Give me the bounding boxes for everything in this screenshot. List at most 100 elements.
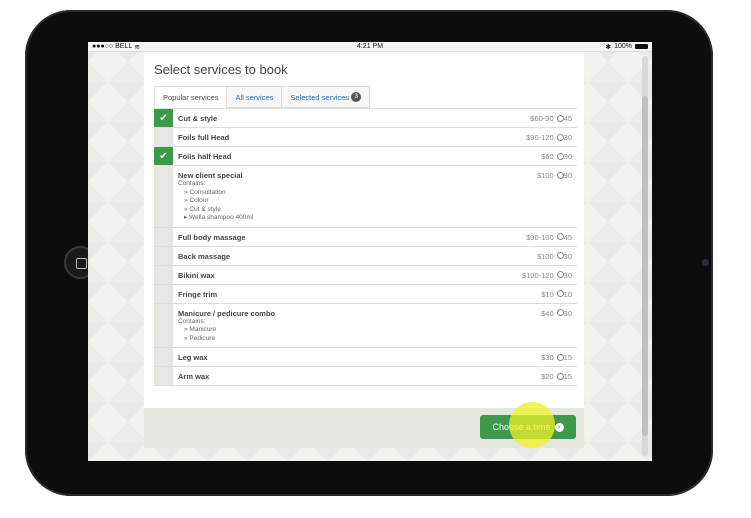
service-contains-label: Contains:: [178, 317, 206, 325]
service-row[interactable]: Arm wax $20 15: [154, 367, 577, 386]
clock-icon: [556, 252, 564, 260]
service-name: Cut & style: [178, 114, 218, 123]
service-select-checkbox[interactable]: [154, 265, 173, 284]
clock-icon: [556, 233, 564, 241]
service-body: Foils full Head: [173, 128, 577, 146]
service-duration: 15: [563, 372, 572, 381]
service-contained-item: » Manicure: [184, 326, 217, 333]
service-row[interactable]: ✔ Foils half Head $60 30: [154, 147, 577, 166]
scrollbar[interactable]: [642, 56, 648, 456]
service-price: $90-100 45: [526, 232, 572, 242]
service-contained-item: » Cut & style: [184, 205, 221, 213]
service-contained-item: ▸ Wella shampoo 400ml: [184, 214, 254, 221]
service-name: Arm wax: [178, 372, 210, 381]
clock-icon: [556, 114, 564, 122]
tab-popular-services[interactable]: Popular services: [154, 86, 228, 108]
status-bar: ●●●○○ BELL ≋ 4:21 PM ✱ 100%: [88, 42, 652, 52]
service-price: $100-120 30: [521, 270, 572, 280]
service-row[interactable]: ✔ Cut & style $60-90 45: [154, 109, 577, 128]
service-select-checkbox[interactable]: [154, 227, 173, 246]
service-row[interactable]: Manicure / pedicure combo Contains:» Mani…: [154, 303, 577, 348]
clock-icon: [556, 152, 564, 160]
service-contained-item: » Consultation: [184, 188, 226, 196]
service-select-checkbox[interactable]: ✔: [154, 109, 173, 127]
service-contains-label: Contains:: [178, 180, 206, 187]
home-square-icon: [76, 258, 87, 269]
service-row[interactable]: Fringe trim $10 10: [154, 284, 577, 304]
service-tabs: Popular services All services Selected s…: [154, 86, 371, 108]
tab-selected-services[interactable]: Selected services 3: [281, 86, 371, 108]
tab-all-services[interactable]: All services: [226, 86, 283, 108]
service-duration: 30: [563, 270, 572, 280]
service-row[interactable]: Foils full Head $90-120 30: [154, 128, 577, 147]
touch-indicator: [509, 402, 555, 448]
clock-icon: [556, 353, 564, 361]
clock-icon: [556, 271, 564, 279]
service-row[interactable]: Back massage $100 30: [154, 246, 577, 266]
service-name: Manicure / pedicure combo: [178, 308, 276, 318]
service-body: Leg wax: [173, 348, 577, 366]
service-duration: 30: [563, 133, 572, 142]
service-select-checkbox[interactable]: [154, 246, 173, 265]
service-name: Fringe trim: [178, 289, 218, 299]
service-list: ✔ Cut & style $60-90 45 Foils full Head $90-1…: [154, 108, 577, 386]
service-name: Foils half Head: [178, 152, 232, 161]
service-select-checkbox[interactable]: [154, 166, 173, 227]
service-body: Arm wax: [173, 367, 577, 385]
service-name: Bikini wax: [178, 270, 215, 280]
service-duration: 15: [563, 353, 572, 362]
service-select-checkbox[interactable]: [154, 284, 173, 303]
service-name: Leg wax: [178, 353, 208, 362]
service-row[interactable]: Leg wax $30 15: [154, 348, 577, 367]
service-price: $60 30: [541, 152, 572, 161]
service-price: $40 30: [541, 308, 572, 318]
service-duration: 30: [563, 308, 572, 318]
service-price: $30 15: [541, 353, 572, 362]
service-duration: 90: [563, 171, 572, 180]
clock-icon: [556, 309, 564, 317]
service-price: $100 90: [536, 171, 572, 180]
service-duration: 30: [563, 251, 572, 261]
battery-percent: 100%: [614, 43, 632, 50]
service-select-checkbox[interactable]: [154, 303, 173, 347]
camera-icon: [702, 259, 709, 266]
service-duration: 45: [563, 114, 572, 123]
wifi-icon: ≋: [134, 43, 141, 51]
service-row[interactable]: Bikini wax $100-120 30: [154, 265, 577, 285]
clock-icon: [556, 133, 564, 141]
service-price: $60-90 45: [530, 114, 572, 123]
service-body: Bikini wax: [173, 266, 577, 284]
service-body: Foils half Head: [173, 147, 577, 165]
service-select-checkbox[interactable]: [154, 128, 173, 146]
service-price: $100 30: [536, 251, 572, 261]
service-contained-item: » Colour: [184, 197, 209, 204]
service-body: Cut & style: [173, 109, 577, 127]
clock-icon: [556, 372, 564, 380]
service-duration: 10: [563, 289, 572, 299]
service-row[interactable]: New client special Contains:» Consultatio…: [154, 166, 577, 228]
service-body: Manicure / pedicure combo Contains:» Mani…: [173, 304, 577, 348]
service-contained-item: » Pedicure: [184, 334, 216, 342]
service-row[interactable]: Full body massage $90-100 45: [154, 227, 577, 247]
service-select-checkbox[interactable]: [154, 367, 173, 385]
service-select-checkbox[interactable]: ✔: [154, 147, 173, 165]
service-name: Back massage: [178, 251, 231, 261]
scrollbar-thumb[interactable]: [642, 96, 648, 436]
status-time: 4:21 PM: [356, 43, 384, 50]
service-body: Fringe trim: [173, 285, 577, 303]
service-name: Full body massage: [178, 232, 246, 242]
arrow-right-icon: ›: [554, 422, 564, 432]
service-body: New client special Contains:» Consultatio…: [173, 166, 577, 227]
service-select-checkbox[interactable]: [154, 348, 173, 366]
service-body: Back massage: [173, 247, 577, 265]
screen: ●●●○○ BELL ≋ 4:21 PM ✱ 100% Select servi…: [88, 42, 652, 461]
service-duration: 30: [563, 152, 572, 161]
service-price: $10 10: [541, 289, 572, 299]
battery-icon: [635, 44, 648, 49]
clock-icon: [556, 171, 564, 179]
service-price: $90-120 30: [526, 133, 572, 142]
booking-panel: Select services to book Popular services…: [144, 52, 584, 448]
service-name: New client special: [178, 171, 243, 180]
clock-icon: [556, 290, 564, 298]
service-price: $20 15: [541, 372, 572, 381]
